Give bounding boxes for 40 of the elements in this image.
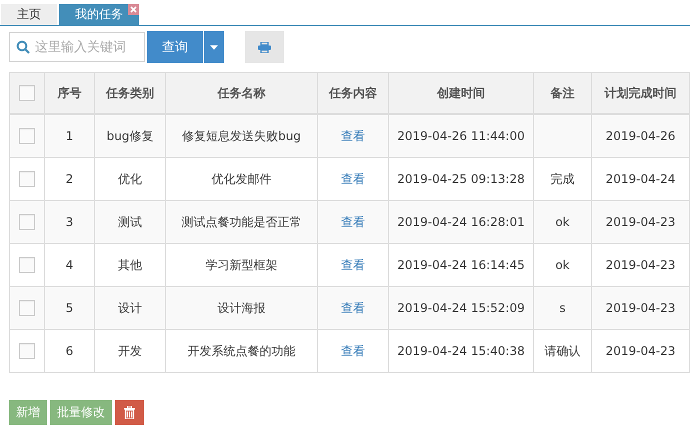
batch-edit-button[interactable]: 批量修改 xyxy=(50,400,112,425)
row-checkbox[interactable] xyxy=(19,171,35,187)
row-checkbox[interactable] xyxy=(19,257,35,273)
close-icon[interactable] xyxy=(128,4,139,15)
select-all-checkbox[interactable] xyxy=(19,85,35,101)
tab[interactable]: 主页 xyxy=(1,4,57,25)
dropdown-button[interactable] xyxy=(204,31,224,63)
print-button[interactable] xyxy=(245,31,284,63)
view-link[interactable]: 查看 xyxy=(341,172,365,186)
column-header: 创建时间 xyxy=(388,72,534,114)
view-link[interactable]: 查看 xyxy=(341,300,365,314)
column-header: 任务名称 xyxy=(166,72,318,114)
column-header: 任务类别 xyxy=(94,72,166,114)
delete-button[interactable] xyxy=(115,400,144,425)
table-cell: 6 xyxy=(44,330,94,372)
row-checkbox[interactable] xyxy=(19,343,35,359)
view-link[interactable]: 查看 xyxy=(341,258,365,272)
caret-icon xyxy=(210,44,218,50)
add-button[interactable]: 新增 xyxy=(9,400,47,425)
search-icon xyxy=(16,40,30,54)
view-link[interactable]: 查看 xyxy=(341,128,365,142)
search-field[interactable]: 这里输入关键词 xyxy=(9,32,145,62)
trash-icon xyxy=(124,406,135,419)
table-cell: 2019-04-24 15:40:38 xyxy=(388,330,534,372)
row-checkbox[interactable] xyxy=(19,300,35,316)
printer-icon xyxy=(258,42,271,52)
tab[interactable]: 我的任务 xyxy=(59,4,139,25)
column-header: 序号 xyxy=(44,72,94,114)
view-link[interactable]: 查看 xyxy=(341,214,365,228)
view-link[interactable]: 查看 xyxy=(341,344,365,358)
row-checkbox[interactable] xyxy=(19,128,35,144)
table-cell: 2019-04-23 xyxy=(592,330,690,372)
row-checkbox[interactable] xyxy=(19,214,35,230)
column-header: 计划完成时间 xyxy=(592,72,690,114)
column-header: 任务内容 xyxy=(318,72,388,114)
table-cell: 请确认 xyxy=(534,330,592,372)
table-cell: 开发系统点餐的功能 xyxy=(166,330,318,372)
table-cell: 开发 xyxy=(94,330,166,372)
column-header: 备注 xyxy=(534,72,592,114)
query-button[interactable]: 查询 xyxy=(147,31,203,63)
